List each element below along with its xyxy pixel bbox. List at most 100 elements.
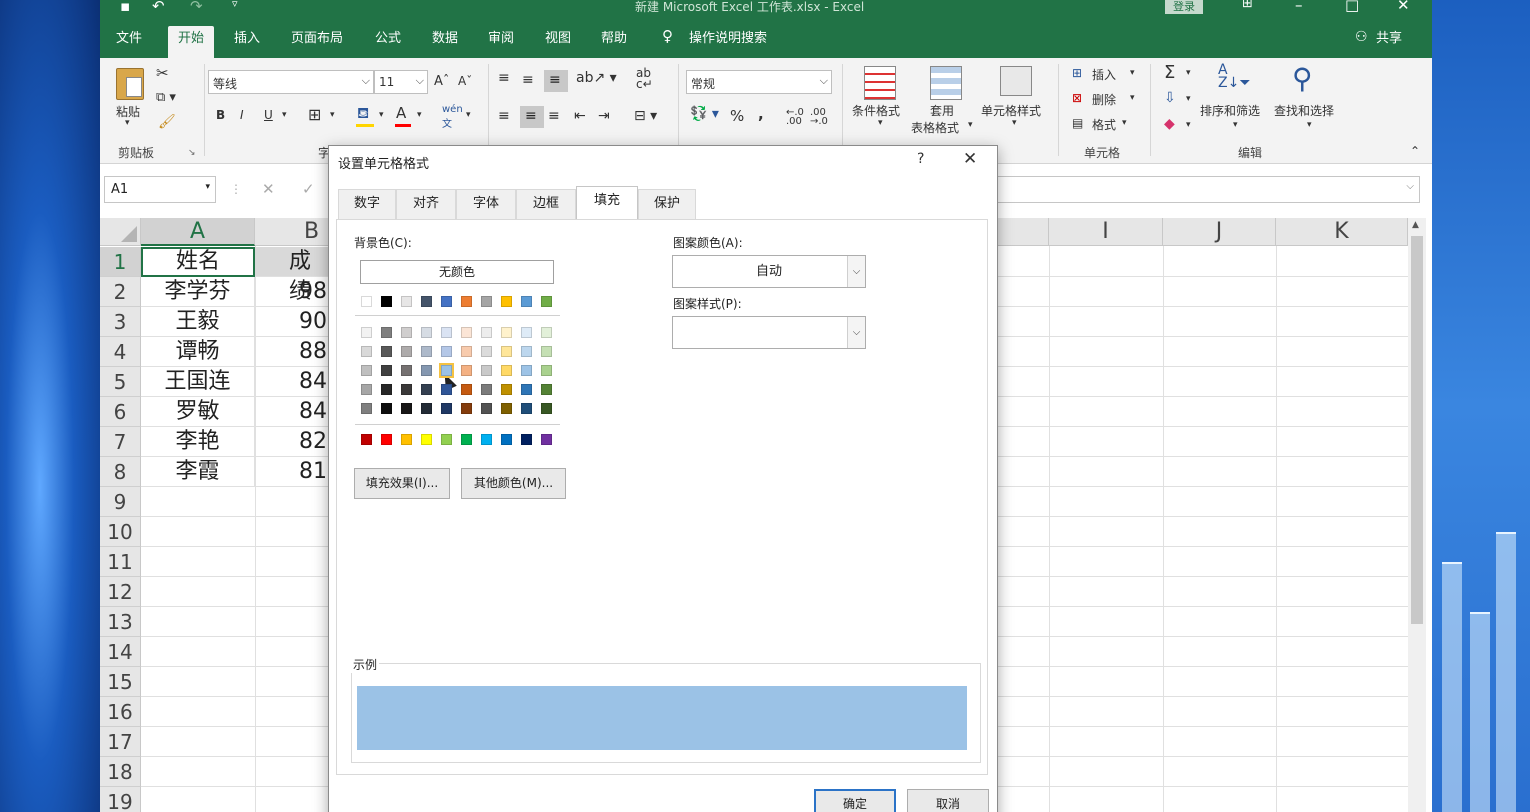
format-as-table-icon[interactable] — [930, 66, 962, 100]
color-swatch[interactable] — [361, 434, 372, 445]
row-header[interactable]: 11 — [100, 547, 141, 577]
delete-dropdown-icon[interactable]: ▾ — [1130, 93, 1135, 103]
insert-cells-button[interactable]: 插入 — [1092, 66, 1116, 83]
table-cell[interactable]: 李霞 — [141, 457, 255, 487]
merge-center-icon[interactable]: ⊟ ▾ — [634, 108, 657, 124]
minimize-icon[interactable]: – — [1295, 0, 1303, 14]
color-swatch[interactable] — [461, 434, 472, 445]
comma-button[interactable]: , — [758, 105, 764, 123]
orientation-icon[interactable]: ab↗ ▾ — [576, 70, 617, 86]
align-right-icon[interactable]: ≡ — [548, 108, 560, 124]
column-header-h-partial[interactable] — [992, 218, 1049, 246]
table-cell[interactable]: 罗敏 — [141, 397, 255, 427]
table-cell[interactable]: 王毅 — [141, 307, 255, 337]
color-swatch[interactable] — [501, 434, 512, 445]
dialog-tab-fill[interactable]: 填充 — [576, 186, 638, 220]
column-header-i[interactable]: I — [1049, 218, 1163, 246]
bold-button[interactable]: B — [216, 108, 225, 122]
tab-page-layout[interactable]: 页面布局 — [291, 32, 343, 58]
conditional-format-dropdown-icon[interactable]: ▾ — [878, 118, 883, 128]
color-swatch[interactable] — [421, 403, 432, 414]
tab-formulas[interactable]: 公式 — [375, 32, 401, 58]
row-header[interactable]: 10 — [100, 517, 141, 547]
color-swatch[interactable] — [401, 384, 412, 395]
dialog-tab-number[interactable]: 数字 — [338, 189, 396, 219]
color-swatch[interactable] — [481, 403, 492, 414]
row-header[interactable]: 12 — [100, 577, 141, 607]
color-swatch[interactable] — [541, 384, 552, 395]
tab-home[interactable]: 开始 — [168, 26, 215, 58]
color-swatch[interactable] — [441, 403, 452, 414]
no-color-button[interactable]: 无颜色 — [360, 260, 554, 284]
color-swatch[interactable] — [501, 384, 512, 395]
increase-font-icon[interactable]: Aˆ — [434, 74, 449, 89]
color-swatch[interactable] — [521, 327, 532, 338]
row-header[interactable]: 1 — [100, 247, 141, 277]
table-cell[interactable]: 谭畅 — [141, 337, 255, 367]
align-bottom-icon[interactable]: ≡ — [544, 70, 568, 92]
more-colors-button[interactable]: 其他颜色(M)... — [461, 468, 566, 499]
color-swatch[interactable] — [441, 296, 452, 307]
help-button[interactable]: ? — [917, 151, 924, 167]
sort-dropdown-icon[interactable]: ▾ — [1233, 120, 1238, 130]
font-name-combo[interactable]: 等线 ⌵ — [208, 70, 374, 94]
fill-color-icon[interactable]: ⛾ — [357, 104, 369, 124]
color-swatch[interactable] — [441, 327, 452, 338]
color-swatch[interactable] — [361, 403, 372, 414]
color-swatch[interactable] — [481, 384, 492, 395]
tab-review[interactable]: 审阅 — [488, 32, 514, 58]
cell-styles-dropdown-icon[interactable]: ▾ — [1012, 118, 1017, 128]
color-swatch[interactable] — [381, 403, 392, 414]
enter-formula-icon[interactable]: ✓ — [302, 180, 315, 198]
color-swatch[interactable] — [541, 365, 552, 376]
table-cell[interactable]: 82 — [255, 427, 330, 457]
phonetic-icon[interactable]: wén 文 — [442, 104, 463, 130]
save-icon[interactable]: ▪ — [120, 0, 130, 15]
color-swatch[interactable] — [501, 296, 512, 307]
color-swatch[interactable] — [501, 365, 512, 376]
cancel-button[interactable]: 取消 — [907, 789, 989, 812]
color-swatch[interactable] — [541, 403, 552, 414]
row-header[interactable]: 19 — [100, 787, 141, 812]
row-header[interactable]: 17 — [100, 727, 141, 757]
color-swatch[interactable] — [521, 384, 532, 395]
color-swatch[interactable] — [381, 296, 392, 307]
copy-icon[interactable]: ⧉ ▾ — [156, 90, 176, 105]
format-dropdown-icon[interactable]: ▾ — [1122, 118, 1127, 128]
underline-dropdown-icon[interactable]: ▾ — [282, 110, 287, 120]
table-cell[interactable]: 李艳 — [141, 427, 255, 457]
column-header-k[interactable]: K — [1276, 218, 1408, 246]
row-header[interactable]: 4 — [100, 337, 141, 367]
table-cell[interactable]: 81 — [255, 457, 330, 487]
color-swatch[interactable] — [521, 434, 532, 445]
color-swatch[interactable] — [481, 327, 492, 338]
tab-help[interactable]: 帮助 — [601, 32, 627, 58]
color-swatch[interactable] — [441, 434, 452, 445]
format-cells-button[interactable]: 格式 — [1092, 116, 1116, 133]
delete-cells-icon[interactable]: ⊠ — [1072, 91, 1082, 105]
sort-filter-icon[interactable]: A Z↓⏷ — [1218, 63, 1251, 90]
color-swatch[interactable] — [381, 365, 392, 376]
ribbon-display-icon[interactable]: ⊞ — [1242, 0, 1253, 11]
tab-view[interactable]: 视图 — [545, 32, 571, 58]
dialog-tab-border[interactable]: 边框 — [516, 189, 576, 219]
format-cells-icon[interactable]: ▤ — [1072, 116, 1083, 130]
chevron-down-icon[interactable]: ▾ — [205, 182, 210, 192]
pattern-color-select[interactable]: 自动 ⌵ — [672, 255, 866, 288]
underline-button[interactable]: U — [264, 108, 273, 122]
number-format-combo[interactable]: 常规 ⌵ — [686, 70, 832, 94]
table-cell[interactable]: 98 — [255, 277, 330, 307]
align-left-icon[interactable]: ≡ — [498, 108, 510, 124]
format-as-table-line2[interactable]: 表格格式 — [911, 119, 959, 136]
row-header[interactable]: 13 — [100, 607, 141, 637]
conditional-format-icon[interactable] — [864, 66, 896, 100]
borders-icon[interactable]: ⊞ — [308, 105, 321, 124]
align-middle-icon[interactable]: ≡ — [522, 72, 534, 88]
color-swatch[interactable] — [541, 327, 552, 338]
color-swatch[interactable] — [521, 296, 532, 307]
color-swatch[interactable] — [481, 346, 492, 357]
name-box[interactable]: A1 ▾ — [104, 176, 216, 203]
color-swatch[interactable] — [361, 365, 372, 376]
color-swatch[interactable] — [481, 365, 492, 376]
color-swatch[interactable] — [501, 346, 512, 357]
